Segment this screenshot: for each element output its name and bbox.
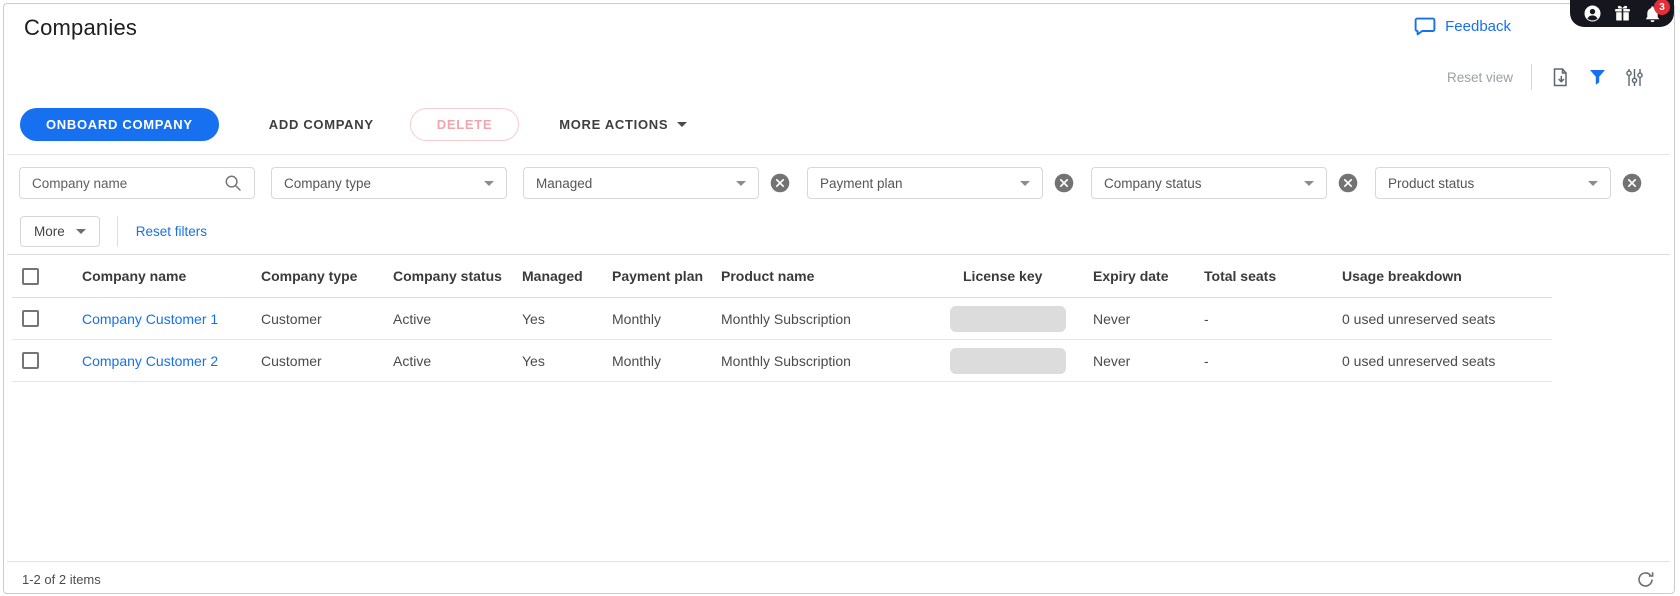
add-company-button[interactable]: ADD COMPANY — [269, 117, 374, 132]
chevron-down-icon — [75, 229, 86, 234]
search-icon — [224, 174, 242, 192]
usage-breakdown-value: 0 used unreserved seats — [1342, 310, 1496, 327]
select-all-checkbox[interactable] — [22, 267, 39, 285]
column-header-company-type[interactable]: Company type — [261, 255, 357, 297]
section-divider — [7, 154, 1670, 155]
expiry-date-value: Never — [1093, 310, 1131, 327]
column-header-total-seats[interactable]: Total seats — [1204, 255, 1276, 297]
clear-filter-icon[interactable] — [1621, 172, 1643, 194]
managed-dropdown-label: Managed — [536, 175, 593, 191]
column-header-managed[interactable]: Managed — [522, 255, 583, 297]
payment-plan-dropdown-label: Payment plan — [820, 175, 903, 191]
company-status-value: Active — [393, 352, 432, 369]
company-type-dropdown-label: Company type — [284, 175, 372, 191]
expiry-date-value: Never — [1093, 352, 1131, 369]
feedback-chat-icon — [1414, 17, 1436, 36]
company-name-search[interactable] — [19, 167, 255, 199]
clear-filter-icon[interactable] — [1337, 172, 1359, 194]
column-settings-icon[interactable] — [1625, 68, 1644, 87]
action-button-row: ONBOARD COMPANY ADD COMPANY DELETE MORE … — [20, 108, 688, 141]
account-icon[interactable] — [1584, 5, 1601, 22]
filter-funnel-icon[interactable] — [1588, 68, 1607, 87]
column-header-product-name[interactable]: Product name — [721, 255, 814, 297]
more-actions-button[interactable]: MORE ACTIONS — [559, 117, 688, 132]
chevron-down-icon — [1020, 180, 1030, 186]
license-key-redacted — [950, 305, 1066, 332]
clear-filter-icon[interactable] — [1053, 172, 1075, 194]
clear-filter-icon[interactable] — [769, 172, 791, 194]
product-status-dropdown[interactable]: Product status — [1375, 167, 1611, 199]
total-seats-value: - — [1204, 310, 1209, 327]
company-link[interactable]: Company Customer 2 — [82, 353, 218, 369]
pagination-bar: 1-2 of 2 items — [7, 561, 1670, 596]
more-filters-label: More — [34, 224, 65, 239]
more-filters-button[interactable]: More — [20, 216, 100, 247]
account-toolbar: 3 — [1570, 0, 1674, 27]
payment-plan-value: Monthly — [612, 310, 662, 327]
company-type-value: Customer — [261, 310, 322, 327]
delete-button[interactable]: DELETE — [409, 108, 520, 141]
view-toolbar: Reset view — [1447, 64, 1644, 90]
chevron-down-icon — [1588, 180, 1598, 186]
column-header-company-name[interactable]: Company name — [82, 255, 186, 297]
items-count: 1-2 of 2 items — [22, 572, 101, 587]
column-header-expiry-date[interactable]: Expiry date — [1093, 255, 1168, 297]
search-input[interactable] — [32, 175, 222, 191]
filter-divider — [116, 216, 118, 247]
total-seats-value: - — [1204, 352, 1209, 369]
onboard-company-button[interactable]: ONBOARD COMPANY — [20, 108, 219, 141]
page-title: Companies — [24, 15, 138, 40]
refresh-icon[interactable] — [1636, 570, 1655, 589]
export-file-icon[interactable] — [1550, 67, 1570, 88]
gift-icon[interactable] — [1614, 5, 1631, 22]
secondary-filter-row: More Reset filters — [20, 216, 207, 247]
column-header-company-status[interactable]: Company status — [393, 255, 502, 297]
notification-count-badge: 3 — [1654, 0, 1670, 15]
column-header-license-key[interactable]: License key — [963, 255, 1042, 297]
company-type-value: Customer — [261, 352, 322, 369]
managed-value: Yes — [522, 310, 545, 327]
row-checkbox[interactable] — [22, 352, 39, 369]
managed-dropdown[interactable]: Managed — [523, 167, 759, 199]
page-frame: Companies Feedback Reset view ONBOARD CO… — [3, 3, 1675, 594]
company-status-value: Active — [393, 310, 432, 327]
companies-table: Company name Company type Company status… — [7, 254, 1670, 382]
company-link[interactable]: Company Customer 1 — [82, 311, 218, 327]
product-name-value: Monthly Subscription — [721, 310, 851, 327]
column-header-usage-breakdown[interactable]: Usage breakdown — [1342, 255, 1462, 297]
chevron-down-icon — [1304, 180, 1314, 186]
payment-plan-value: Monthly — [612, 352, 662, 369]
table-row: Company Customer 2 Customer Active Yes M… — [12, 340, 1552, 382]
reset-filters-link[interactable]: Reset filters — [136, 224, 207, 239]
chevron-down-icon — [484, 180, 494, 186]
usage-breakdown-value: 0 used unreserved seats — [1342, 352, 1496, 369]
managed-value: Yes — [522, 352, 545, 369]
product-status-dropdown-label: Product status — [1388, 175, 1475, 191]
product-name-value: Monthly Subscription — [721, 352, 851, 369]
filter-bar: Company type Managed Payment plan — [19, 167, 1643, 199]
more-actions-label: MORE ACTIONS — [559, 117, 669, 132]
chevron-down-icon — [736, 180, 746, 186]
row-checkbox[interactable] — [22, 310, 39, 327]
column-header-payment-plan[interactable]: Payment plan — [612, 255, 703, 297]
table-row: Company Customer 1 Customer Active Yes M… — [12, 298, 1552, 340]
payment-plan-dropdown[interactable]: Payment plan — [807, 167, 1043, 199]
license-key-redacted — [950, 347, 1066, 374]
table-header-row: Company name Company type Company status… — [12, 255, 1552, 298]
company-status-dropdown[interactable]: Company status — [1091, 167, 1327, 199]
company-status-dropdown-label: Company status — [1104, 175, 1202, 191]
toolbar-divider — [1531, 64, 1532, 90]
feedback-label: Feedback — [1445, 18, 1511, 35]
feedback-button[interactable]: Feedback — [1414, 17, 1511, 36]
company-type-dropdown[interactable]: Company type — [271, 167, 507, 199]
chevron-down-icon — [677, 122, 688, 127]
reset-view-button[interactable]: Reset view — [1447, 70, 1513, 85]
